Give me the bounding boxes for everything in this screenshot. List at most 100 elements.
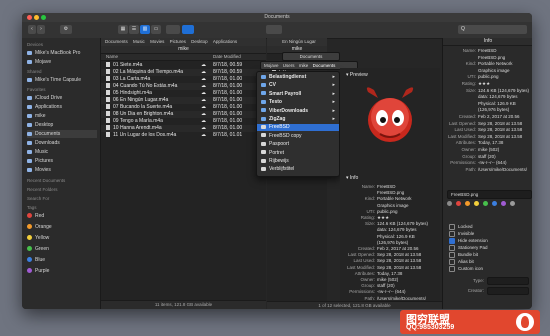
path-crumb[interactable]: Mojave — [264, 63, 279, 68]
file-row[interactable]: 03 La Carta.m4a ☁ 8/7/18, 01.00 — [101, 76, 266, 83]
date-column-header[interactable]: Date Modified — [213, 54, 241, 60]
menu-item[interactable]: FreeBSD copy — [257, 133, 339, 140]
type-field[interactable] — [487, 277, 529, 285]
menu-item[interactable]: Rijbewijs — [257, 158, 339, 165]
sidebar-recent-folders-heading[interactable]: Recent Folders — [27, 187, 58, 192]
documents-tab-popup[interactable]: Documents — [282, 52, 340, 61]
close-window-button[interactable] — [27, 15, 32, 20]
name-column-header[interactable]: Name — [106, 54, 118, 60]
label-color-dot-icon[interactable] — [456, 201, 461, 206]
file-row[interactable]: 05 Hindsight.m4a ☁ 8/7/18, 01.00 — [101, 90, 266, 97]
sidebar-item-desktop[interactable]: Desktop — [27, 121, 97, 129]
attribute-checkbox-row[interactable]: Alias bit — [449, 259, 474, 265]
sidebar-item-documents[interactable]: Documents — [27, 130, 97, 138]
view-columns-button[interactable]: ▥ — [140, 25, 150, 34]
back-button[interactable]: ‹ — [28, 25, 36, 34]
menu-item[interactable]: Testo ▸ — [257, 99, 339, 106]
label-color-dot-icon[interactable] — [510, 201, 515, 206]
menu-item[interactable]: ZigZag ▸ — [257, 116, 339, 123]
sidebar-item-applications[interactable]: Applications — [27, 103, 97, 111]
attribute-checkbox-row[interactable]: Stationery Pad — [449, 245, 488, 251]
label-color-dot-icon[interactable] — [501, 201, 506, 206]
checkbox[interactable] — [449, 252, 455, 258]
sidebar-item-time-capsule[interactable]: Mike's Time Capsule — [27, 76, 97, 84]
attribute-checkbox-row[interactable]: Bundle bit — [449, 252, 478, 258]
forward-button[interactable]: › — [37, 25, 45, 34]
sidebar-tag-red[interactable]: Red — [27, 212, 97, 220]
menu-item[interactable]: ViberDownloads ▸ — [257, 108, 339, 115]
menu-item[interactable]: Paspoort — [257, 141, 339, 148]
sidebar-item-music[interactable]: Music — [27, 148, 97, 156]
path-crumb[interactable]: Documents — [105, 38, 128, 46]
menu-item[interactable]: FreeBSD — [257, 124, 339, 132]
attribute-checkbox-row[interactable]: Custom icon — [449, 266, 483, 272]
action-gear-icon[interactable]: ⚙ — [60, 25, 72, 34]
minimize-window-button[interactable] — [34, 15, 39, 20]
movies-icon — [27, 167, 32, 172]
sidebar-search-for-heading[interactable]: Search For — [27, 196, 49, 201]
label-color-dot-icon[interactable] — [474, 201, 479, 206]
zoom-window-button[interactable] — [41, 15, 46, 20]
view-coverflow-button[interactable]: ▭ — [151, 25, 161, 34]
label-color-dot-icon[interactable] — [447, 201, 452, 206]
sidebar-item-home[interactable]: mike — [27, 112, 97, 120]
menu-item[interactable]: Portret — [257, 150, 339, 157]
preview-heading[interactable]: ▾ Preview — [346, 72, 368, 78]
arrange-button[interactable] — [266, 25, 282, 34]
file-row[interactable]: 11 Un Lugar de los Dos.m4a ☁ 8/7/18, 01.01 — [101, 132, 266, 139]
path-crumb[interactable]: Movies — [150, 38, 164, 46]
sidebar-tag-orange[interactable]: Orange — [27, 223, 97, 231]
file-row[interactable]: 09 Tengo a María.m4a ☁ 8/7/18, 01.00 — [101, 118, 266, 125]
file-row[interactable]: 10 Hanna Arendt.m4a ☁ 8/7/18, 01.00 — [101, 125, 266, 132]
label-color-dot-icon[interactable] — [483, 201, 488, 206]
path-crumb[interactable]: Documents — [313, 63, 336, 68]
file-row[interactable]: 02 La Máquina del Tiempo.m4a ☁ 8/7/18, 00.… — [101, 69, 266, 76]
sidebar-tag-green[interactable]: Green — [27, 245, 97, 253]
file-row[interactable]: 07 Bucando la Suerte.m4a ☁ 8/7/18, 01.00 — [101, 104, 266, 111]
checkbox[interactable] — [449, 238, 455, 244]
file-row[interactable]: 01 Siete.m4a ☁ 8/7/18, 00.59 — [101, 62, 266, 69]
sidebar-item-downloads[interactable]: Downloads — [27, 139, 97, 147]
file-row[interactable]: 06 En Ningún Lugar.m4a ☁ 8/7/18, 01.00 — [101, 97, 266, 104]
sidebar-item-macbook[interactable]: Mike's MacBook Pro — [27, 49, 97, 57]
sidebar-item-pictures[interactable]: Pictures — [27, 157, 97, 165]
label-color-dot-icon[interactable] — [465, 201, 470, 206]
view-list-button[interactable]: ☰ — [129, 25, 139, 34]
path-crumb[interactable]: Pictures — [170, 38, 186, 46]
file-row[interactable]: 08 Un Dia en Brighton.m4a ☁ 8/7/18, 01.00 — [101, 111, 266, 118]
info-heading[interactable]: ▾ Info — [346, 175, 358, 181]
attribute-checkbox-row[interactable]: Invisible — [449, 231, 474, 237]
preview-toggle-button[interactable] — [166, 25, 180, 34]
path-crumb[interactable]: Users — [283, 63, 295, 68]
attribute-checkbox-row[interactable]: Hide extension — [449, 238, 488, 244]
eye-icon[interactable] — [182, 25, 194, 34]
sidebar-item-icloud[interactable]: iCloud Drive — [27, 94, 97, 102]
creator-field[interactable] — [487, 287, 529, 295]
sidebar-recent-documents-heading[interactable]: Recent Documents — [27, 178, 65, 183]
checkbox[interactable] — [449, 231, 455, 237]
sidebar-item-movies[interactable]: Movies — [27, 166, 97, 174]
filename-field[interactable]: FreeBSD.png — [447, 190, 532, 199]
sidebar-tag-purple[interactable]: Purple — [27, 267, 97, 275]
file-row[interactable]: 04 Cuando Tú No Estás.m4a ☁ 8/7/18, 01.00 — [101, 83, 266, 90]
search-field[interactable]: Q — [458, 25, 527, 34]
menu-item[interactable]: Verblijfstitel — [257, 166, 339, 173]
path-crumb[interactable]: mike — [299, 63, 309, 68]
menu-item[interactable]: Belastingdienst ▸ — [257, 74, 339, 81]
path-crumb[interactable]: Desktop — [191, 38, 208, 46]
checkbox[interactable] — [449, 245, 455, 251]
checkbox[interactable] — [449, 224, 455, 230]
sidebar-tag-blue[interactable]: Blue — [27, 256, 97, 264]
menu-item[interactable]: Smart Payroll ▸ — [257, 91, 339, 98]
sidebar-item-mojave[interactable]: Mojave — [27, 58, 97, 66]
sidebar-tag-yellow[interactable]: Yellow — [27, 234, 97, 242]
menu-item[interactable]: CV ▸ — [257, 82, 339, 89]
view-icons-button[interactable]: ▦ — [118, 25, 128, 34]
attribute-checkbox-row[interactable]: Locked — [449, 224, 473, 230]
middle-tab-title[interactable]: En Ningún Lugar — [282, 38, 316, 46]
checkbox[interactable] — [449, 259, 455, 265]
label-color-dot-icon[interactable] — [492, 201, 497, 206]
path-crumb[interactable]: Applications — [213, 38, 237, 46]
path-crumb[interactable]: Music — [133, 38, 145, 46]
checkbox[interactable] — [449, 266, 455, 272]
